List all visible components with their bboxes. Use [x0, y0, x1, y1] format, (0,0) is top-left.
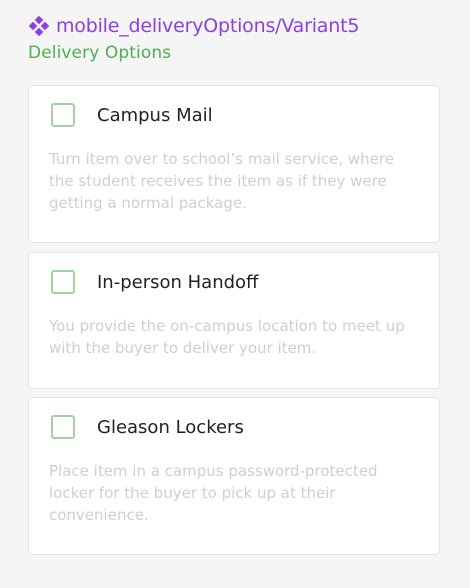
- option-description: Place item in a campus password-protecte…: [49, 462, 378, 524]
- option-label: Campus Mail: [97, 105, 213, 126]
- option-description: Turn item over to school’s mail service,…: [49, 150, 394, 212]
- option-label: Gleason Lockers: [97, 417, 244, 438]
- option-description: You provide the on-campus location to me…: [49, 317, 405, 357]
- component-diamond-icon: [28, 15, 50, 37]
- component-name: mobile_deliveryOptions/Variant5: [56, 15, 360, 37]
- checkbox[interactable]: [51, 415, 75, 439]
- section-title: Delivery Options: [28, 43, 172, 63]
- delivery-option-campus-mail[interactable]: Campus Mail Turn item over to school’s m…: [28, 85, 440, 243]
- checkbox[interactable]: [51, 270, 75, 294]
- component-header: mobile_deliveryOptions/Variant5: [28, 12, 359, 40]
- delivery-option-gleason-lockers[interactable]: Gleason Lockers Place item in a campus p…: [28, 397, 440, 555]
- option-label: In-person Handoff: [97, 272, 259, 293]
- delivery-option-in-person-handoff[interactable]: In-person Handoff You provide the on-cam…: [28, 252, 440, 389]
- checkbox[interactable]: [51, 103, 75, 127]
